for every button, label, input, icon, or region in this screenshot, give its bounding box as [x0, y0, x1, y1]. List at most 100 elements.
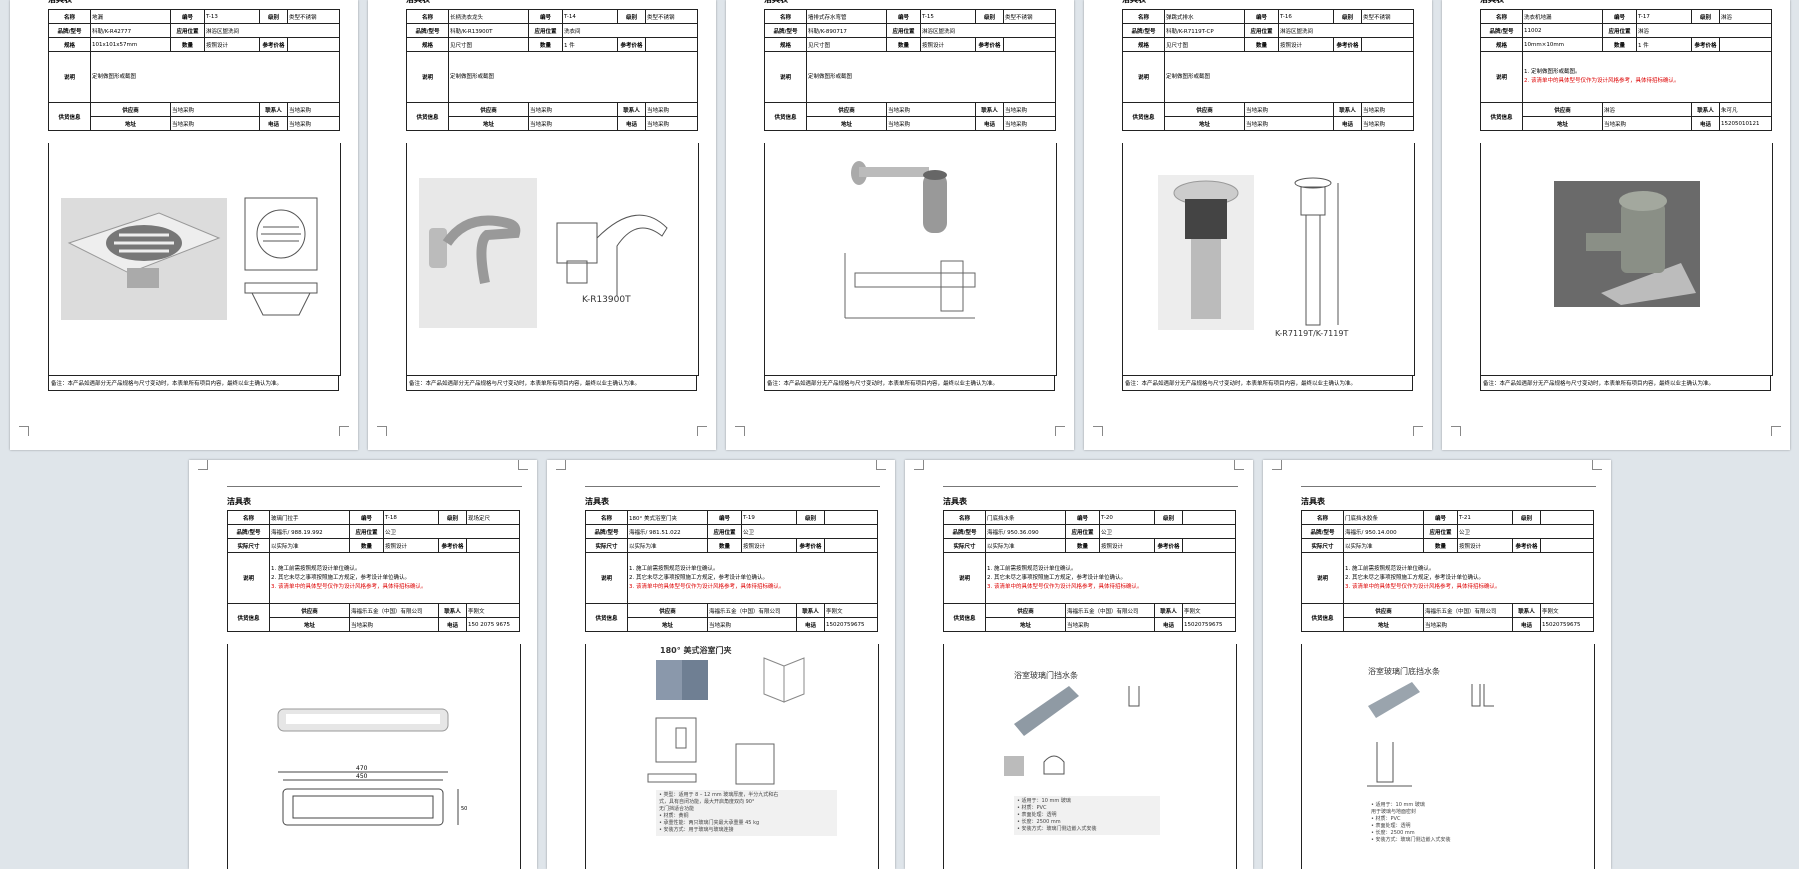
- value-qty: 按照设计: [920, 37, 976, 52]
- value-supplier: 淋浴: [1602, 102, 1692, 117]
- value-name: 180° 美式浴室门夹: [627, 510, 708, 525]
- value-grade: 类型不锈钢: [1361, 9, 1414, 24]
- value-location: 公卫: [383, 524, 520, 539]
- value-phone: 当地采购: [287, 116, 340, 131]
- label-model: 品牌/型号: [227, 524, 270, 539]
- label-address: 地址: [1522, 116, 1603, 131]
- value-supplier: 当地采购: [528, 102, 618, 117]
- value-grade: [824, 510, 878, 525]
- value-supplier: 海福乐五金（中国）有限公司: [1423, 603, 1513, 618]
- label-vendor: 供货信息: [1480, 102, 1523, 131]
- corner-mark: [339, 426, 349, 436]
- value-address: 当地采购: [886, 116, 976, 131]
- label-qty: 数量: [349, 538, 384, 553]
- product-image-area: [1480, 143, 1773, 376]
- value-phone: 15020759675: [1540, 617, 1594, 632]
- label-desc: 说明: [943, 552, 986, 604]
- label-vendor: 供货信息: [1301, 603, 1344, 632]
- corner-mark: [735, 426, 745, 436]
- label-contact: 联系人: [438, 603, 467, 618]
- label-name: 名称: [1301, 510, 1344, 525]
- label-model: 品牌/型号: [1480, 23, 1523, 38]
- value-desc: 1. 施工前需按照规范设计单位确认。 2. 其它未尽之事项按照施工方规定，参考设计…: [1343, 552, 1594, 604]
- label-qty: 数量: [170, 37, 205, 52]
- label-grade: 级别: [259, 9, 288, 24]
- label-location: 应用位置: [170, 23, 205, 38]
- value-model: 科勒/K-R13900T: [448, 23, 529, 38]
- door-handle-image: 470 450 50: [277, 708, 467, 826]
- page-note: 备注：本产品如遇部分无产品规格与尺寸变动时，本表单所有项目内容，最终以业主确认为…: [764, 375, 1055, 391]
- label-supplier: 供应商: [448, 102, 529, 117]
- value-qty: 按照设计: [741, 538, 797, 553]
- value-desc: 1. 施工前需按照规范设计单位确认。 2. 其它未尽之事项按照施工方规定，参考设计…: [269, 552, 520, 604]
- label-desc: 说明: [1122, 51, 1165, 103]
- corner-mark: [1592, 460, 1602, 470]
- value-location: 淋浴区盥洗间: [204, 23, 340, 38]
- label-address: 地址: [448, 116, 529, 131]
- label-code: 编号: [349, 510, 384, 525]
- value-model: 海福乐/ 988.19.992: [269, 524, 350, 539]
- label-size: 规格: [406, 37, 449, 52]
- corner-mark: [1413, 426, 1423, 436]
- label-qty: 数量: [1244, 37, 1279, 52]
- label-ref-price: 参考价格: [796, 538, 825, 553]
- product-image-area: [764, 143, 1057, 376]
- page-title: 洁具表: [585, 497, 609, 506]
- label-grade: 级别: [796, 510, 825, 525]
- page-title: 洁具表: [1301, 497, 1325, 506]
- value-grade: 类型不锈钢: [287, 9, 340, 24]
- value-qty: 1 件: [1636, 37, 1692, 52]
- corner-mark: [914, 460, 924, 470]
- value-model: 科勒/K-R7119T-CP: [1164, 23, 1245, 38]
- label-location: 应用位置: [1602, 23, 1637, 38]
- value-contact: 当地采购: [645, 102, 698, 117]
- corner-mark: [1451, 426, 1461, 436]
- value-address: 当地采购: [528, 116, 618, 131]
- desc-line: 3. 该清单中的具体型号仅作为设计风格参考，具体待招标确认。: [987, 583, 1143, 590]
- document-page-3: 洁具表 名称墙排式存水弯管编号T-15级别类型不锈钢 品牌/型号科勒/K-890…: [726, 0, 1074, 450]
- spec-table: 名称 弹跳式排水 编号 T-16 级别 类型不锈钢 品牌/型号 科勒/K-R7119T-CP…: [1122, 9, 1414, 131]
- corner-mark: [556, 460, 566, 470]
- document-page-5: 洁具表 名称洗衣机地漏编号T-17级别淋浴 品牌/型号11002应用位置淋浴 规…: [1442, 0, 1790, 450]
- value-name: 门底挡水胶条: [1343, 510, 1424, 525]
- label-phone: 电话: [975, 116, 1004, 131]
- value-supplier: 当地采购: [886, 102, 976, 117]
- value-code: T-20: [1099, 510, 1155, 525]
- desc-line: 定制做图形或截图: [450, 73, 495, 80]
- label-contact: 联系人: [1691, 102, 1720, 117]
- value-contact: 李刚文: [824, 603, 878, 618]
- label-contact: 联系人: [796, 603, 825, 618]
- label-qty: 数量: [528, 37, 563, 52]
- value-size: 101x101x57mm: [90, 37, 171, 52]
- label-vendor: 供货信息: [227, 603, 270, 632]
- label-phone: 电话: [259, 116, 288, 131]
- value-address: 当地采购: [1065, 617, 1155, 632]
- label-ref-price: 参考价格: [1333, 37, 1362, 52]
- value-name: 弹跳式排水: [1164, 9, 1245, 24]
- value-location: 公卫: [741, 524, 878, 539]
- value-address: 当地采购: [170, 116, 260, 131]
- header-rule: [1301, 486, 1596, 487]
- svg-text:50: 50: [461, 806, 467, 812]
- label-vendor: 供货信息: [1122, 102, 1165, 131]
- label-name: 名称: [764, 9, 807, 24]
- desc-line: 1. 施工前需按照规范设计单位确认。: [1345, 565, 1435, 572]
- label-phone: 电话: [1154, 617, 1183, 632]
- label-code: 编号: [707, 510, 742, 525]
- label-contact: 联系人: [617, 102, 646, 117]
- value-desc: 1. 定制做图形或截图。 2. 该清单中的具体型号仅作为设计风格参考，具体待招标确…: [1522, 51, 1772, 103]
- value-name: 玻璃门拉手: [269, 510, 350, 525]
- label-desc: 说明: [764, 51, 807, 103]
- value-model: 海福乐/ 981.51.022: [627, 524, 708, 539]
- value-model: 海福乐/ 950.14.000: [1343, 524, 1424, 539]
- label-desc: 说明: [406, 51, 449, 103]
- spec-table: 名称 洗衣机地漏 编号 T-17 级别 淋浴 品牌/型号 11002 应用位置 淋浴 规格 10m…: [1480, 9, 1772, 131]
- label-location: 应用位置: [1423, 524, 1458, 539]
- value-contact: 李刚文: [466, 603, 520, 618]
- desc-line: 1. 定制做图形或截图。: [1524, 69, 1581, 75]
- value-qty: 按照设计: [383, 538, 439, 553]
- label-size: 规格: [1122, 37, 1165, 52]
- corner-mark: [19, 426, 29, 436]
- label-supplier: 供应商: [985, 603, 1066, 618]
- water-strip-image: [1004, 686, 1140, 776]
